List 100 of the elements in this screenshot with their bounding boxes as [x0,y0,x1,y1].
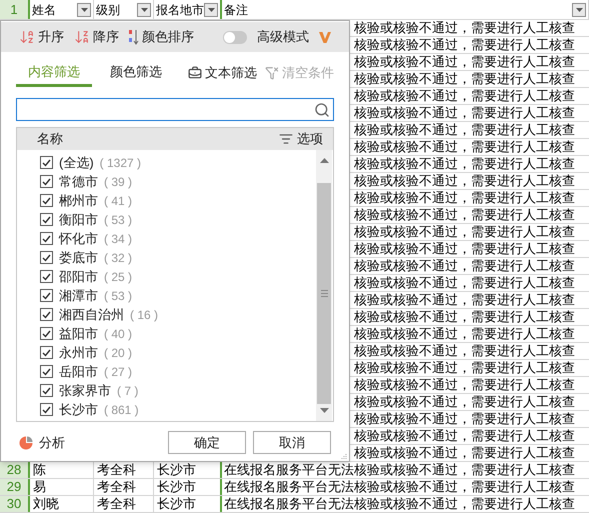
value-count: ( 27 ) [104,364,132,380]
checkbox[interactable] [40,213,53,226]
value-item-label[interactable]: 益阳市 [59,324,98,344]
value-count: ( 20 ) [104,344,132,362]
value-item-label[interactable]: 衡阳市 [59,210,98,230]
filter-dropdown-button[interactable] [137,3,151,17]
value-count: ( 1327 ) [100,154,142,172]
dialog-button[interactable]: 取消 [253,431,331,454]
sort-button[interactable]: 降序 [74,27,119,47]
color-sort-icon [129,29,139,45]
caret-icon [576,8,582,12]
sort-ascending-icon [19,29,35,45]
table-cell: 长沙市 [154,462,222,478]
table-cell-text: 在线报名服务平台无法核验或核验不通过，需要进行人工核查 [223,496,576,512]
note-cell: 核验或核验不通过，需要进行人工核查 [350,54,589,71]
note-cell: 核验或核验不通过，需要进行人工核查 [350,105,589,122]
checkbox[interactable] [40,232,53,245]
options-icon [279,132,293,146]
table-cell: 考全科 [94,479,154,495]
value-count: ( 39 ) [104,174,132,190]
analyze-label[interactable]: 分析 [39,432,65,452]
table-cell: 易 [30,479,94,495]
caret-icon [140,8,148,12]
note-cell: 核验或核验不通过，需要进行人工核查 [350,224,589,241]
row-number: 1 [0,0,30,19]
sort-descending-icon [74,29,90,45]
sort-button[interactable]: 升序 [19,27,64,47]
filter-dropdown-button[interactable] [204,3,218,17]
checkbox[interactable] [40,156,53,169]
clear-filter-icon [265,66,279,80]
value-item-label[interactable]: 郴州市 [59,190,98,210]
value-count: ( 53 ) [104,212,132,228]
checkbox[interactable] [40,270,53,283]
scroll-up-icon [320,158,328,163]
note-cell: 核验或核验不通过，需要进行人工核查 [350,88,589,105]
note-cell: 核验或核验不通过，需要进行人工核查 [350,156,589,173]
column-header-cell: 级别 [94,0,154,19]
note-cell: 核验或核验不通过，需要进行人工核查 [350,122,589,139]
checkbox[interactable] [40,365,53,378]
table-cell: 长沙市 [154,496,222,512]
checkbox[interactable] [40,403,53,416]
sort-button[interactable]: 颜色排序 [129,27,194,47]
column-header-cell: 备注 [222,0,589,19]
value-item-label[interactable]: 湘西自治州 [59,304,124,324]
scroll-thumb[interactable] [317,183,331,404]
row-number: 30 [0,496,30,512]
resize-grip-icon [341,453,347,459]
row-number: 28 [0,462,30,478]
note-cell: 核验或核验不通过，需要进行人工核查 [350,445,589,462]
caret-icon [208,8,214,12]
value-count: ( 34 ) [104,230,132,248]
note-cell: 核验或核验不通过，需要进行人工核查 [350,428,589,445]
value-count: ( 25 ) [104,268,132,286]
value-item-label[interactable]: 邵阳市 [59,266,98,286]
filter-action-button[interactable]: 文本筛选 [188,63,257,83]
dialog-button[interactable]: 确定 [168,431,246,454]
table-cell: 刘晓 [30,496,94,512]
checkbox[interactable] [40,251,53,264]
checkbox[interactable] [40,308,53,321]
note-cell: 核验或核验不通过，需要进行人工核查 [350,360,589,377]
note-cell: 核验或核验不通过，需要进行人工核查 [350,275,589,292]
checkbox[interactable] [40,384,53,397]
scrollbar[interactable] [316,150,332,421]
note-cell: 核验或核验不通过，需要进行人工核查 [350,207,589,224]
advanced-mode-label: 高级模式 [257,28,309,46]
value-item-label[interactable]: 怀化市 [59,228,98,248]
value-count: ( 40 ) [104,326,132,342]
options-button[interactable]: 选项 [279,129,323,149]
note-cell: 核验或核验不通过，需要进行人工核查 [350,37,589,54]
value-count: ( 32 ) [104,250,132,266]
pie-chart-icon [19,436,33,450]
filter-dropdown-button[interactable] [572,3,586,17]
note-cell: 核验或核验不通过，需要进行人工核查 [350,20,589,37]
checkbox[interactable] [40,175,53,188]
note-cell: 核验或核验不通过，需要进行人工核查 [350,190,589,207]
value-item-label[interactable]: 岳阳市 [59,362,98,382]
note-cell: 核验或核验不通过，需要进行人工核查 [350,309,589,326]
value-count: ( 861 ) [104,402,139,418]
table-cell: 考全科 [94,462,154,478]
note-cell: 核验或核验不通过，需要进行人工核查 [350,71,589,88]
table-cell: 长沙市 [154,479,222,495]
value-item-label[interactable]: 湘潭市 [59,286,98,306]
value-item-label[interactable]: (全选) [59,152,94,172]
note-cell: 核验或核验不通过，需要进行人工核查 [350,326,589,343]
checkbox[interactable] [40,289,53,302]
value-item-label[interactable]: 张家界市 [59,380,111,400]
value-item-label[interactable]: 长沙市 [59,400,98,420]
value-item-label[interactable]: 娄底市 [59,248,98,268]
checkbox[interactable] [40,194,53,207]
filter-dropdown-button[interactable] [77,3,91,17]
table-cell: 陈 [30,462,94,478]
value-count: ( 41 ) [104,192,132,210]
checkbox[interactable] [40,346,53,359]
value-item-label[interactable]: 永州市 [59,342,98,362]
search-field[interactable] [16,98,334,121]
advanced-mode-switch[interactable] [223,30,247,44]
filter-tab[interactable]: 颜色筛选 [98,59,174,87]
checkbox[interactable] [40,327,53,340]
toolbox-icon [188,66,202,80]
value-item-label[interactable]: 常德市 [59,172,98,192]
